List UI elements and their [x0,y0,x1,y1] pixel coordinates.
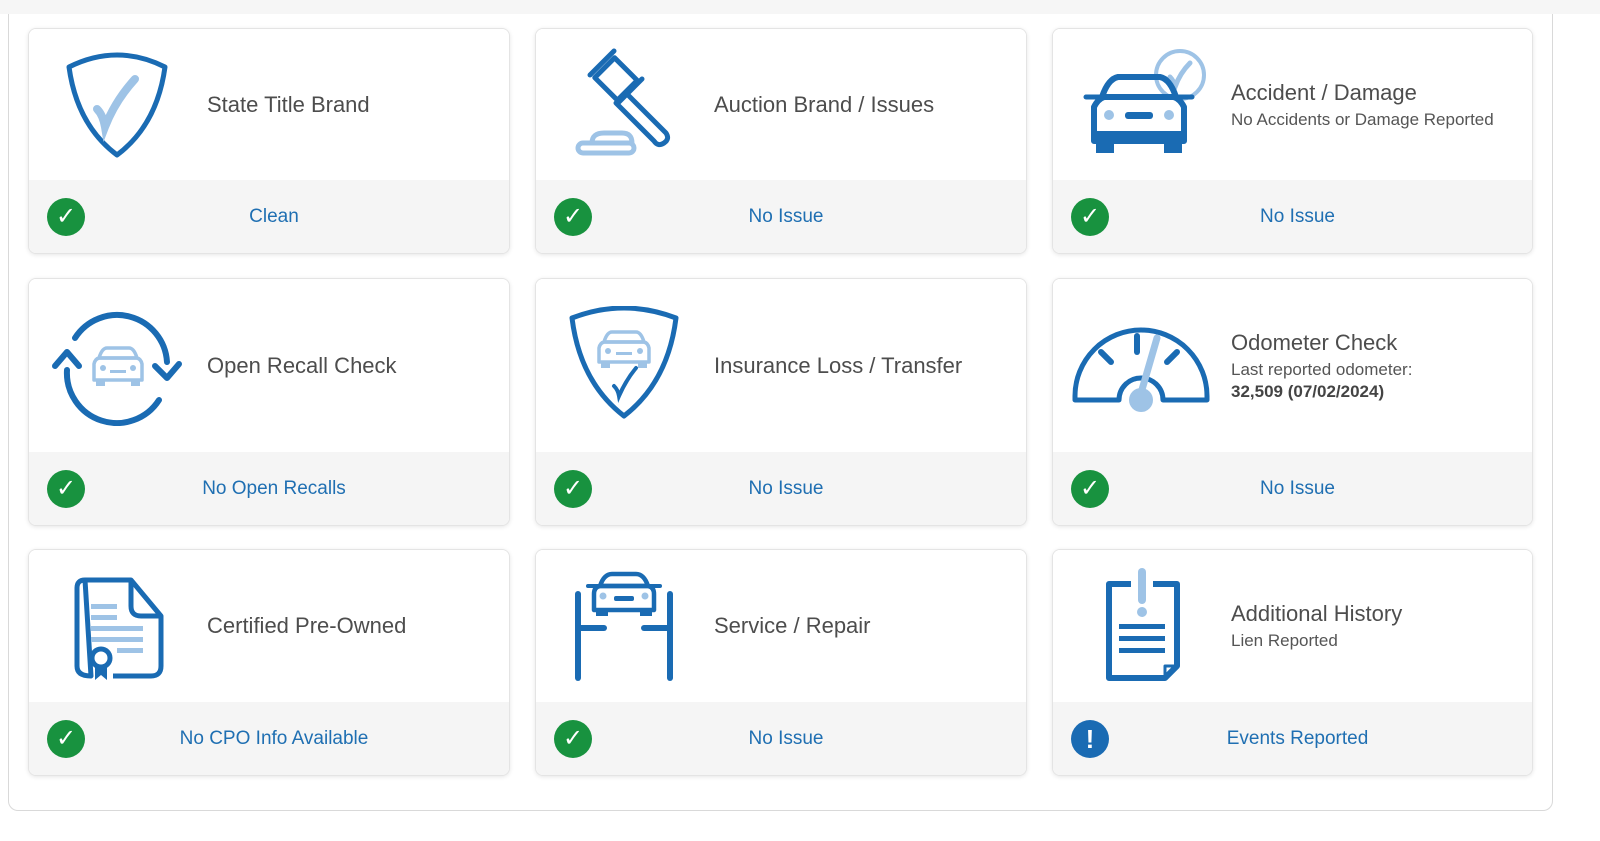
card-header: Additional History Lien Reported [1053,550,1532,703]
card-title: Odometer Check [1231,329,1398,355]
card-footer: ✓ No CPO Info Available [29,702,509,775]
card-text: Additional History Lien Reported [1231,600,1402,652]
card-title: Service / Repair [714,613,871,638]
card-header: Accident / Damage No Accidents or Damage… [1053,29,1532,181]
car-lift-icon [554,566,694,686]
card-text: Service / Repair [714,612,871,640]
odometer-gauge-icon [1071,306,1211,426]
card-footer: ✓ No Issue [1053,452,1532,525]
card-footer: ✓ No Issue [536,702,1026,775]
card-title: State Title Brand [207,91,370,117]
status-link[interactable]: No Issue [536,206,1026,228]
odometer-reading: 32,509 (07/02/2024) [1231,381,1385,401]
card-accident-damage[interactable]: Accident / Damage No Accidents or Damage… [1052,28,1533,254]
car-recall-cycle-icon [47,306,187,426]
card-header: Certified Pre-Owned [29,550,509,703]
card-footer: ! Events Reported [1053,702,1532,775]
card-title: Open Recall Check [207,352,397,378]
certificate-document-icon [47,566,187,686]
card-odometer-check[interactable]: Odometer Check Last reported odometer: 3… [1052,278,1533,526]
card-header: Insurance Loss / Transfer [536,279,1026,453]
card-service-repair[interactable]: Service / Repair ✓ No Issue [535,549,1027,776]
card-text: Auction Brand / Issues [714,91,934,119]
car-check-icon [1071,45,1211,165]
card-subtitle: Last reported odometer: [1231,359,1413,379]
card-insurance-loss-transfer[interactable]: Insurance Loss / Transfer ✓ No Issue [535,278,1027,526]
card-auction-brand[interactable]: Auction Brand / Issues ✓ No Issue [535,28,1027,254]
card-subtitle: No Accidents or Damage Reported [1231,109,1494,129]
status-link[interactable]: No Issue [1053,478,1532,500]
status-link[interactable]: No Issue [1053,206,1532,228]
card-state-title-brand[interactable]: State Title Brand ✓ Clean [28,28,510,254]
shield-check-icon [47,45,187,165]
card-subtitle: Lien Reported [1231,631,1338,650]
card-certified-pre-owned[interactable]: Certified Pre-Owned ✓ No CPO Info Availa… [28,549,510,776]
card-title: Additional History [1231,601,1403,626]
card-header: Open Recall Check [29,279,509,453]
card-additional-history[interactable]: Additional History Lien Reported ! Event… [1052,549,1533,776]
shield-car-icon [554,305,694,426]
card-footer: ✓ No Open Recalls [29,452,509,525]
top-strip [0,0,1600,14]
card-footer: ✓ No Issue [1053,180,1532,253]
card-title: Insurance Loss / Transfer [714,352,963,378]
card-text: Open Recall Check [207,352,397,380]
status-link[interactable]: Events Reported [1053,728,1532,750]
card-footer: ✓ Clean [29,180,509,253]
card-open-recall-check[interactable]: Open Recall Check ✓ No Open Recalls [28,278,510,526]
card-footer: ✓ No Issue [536,452,1026,525]
card-title: Certified Pre-Owned [207,613,407,638]
card-header: Service / Repair [536,550,1026,703]
card-text: Accident / Damage No Accidents or Damage… [1231,79,1494,131]
card-text: Insurance Loss / Transfer [714,352,962,380]
status-link[interactable]: No Issue [536,478,1026,500]
status-link[interactable]: No Open Recalls [29,478,509,500]
card-title: Accident / Damage [1231,79,1417,105]
card-header: Odometer Check Last reported odometer: 3… [1053,279,1532,453]
card-text: Certified Pre-Owned [207,612,406,640]
card-title: Auction Brand / Issues [714,91,935,117]
card-text: Odometer Check Last reported odometer: 3… [1231,329,1412,403]
status-link[interactable]: No CPO Info Available [29,728,509,750]
clipboard-alert-icon [1071,566,1211,686]
card-footer: ✓ No Issue [536,180,1026,253]
gavel-icon [554,45,694,165]
card-header: Auction Brand / Issues [536,29,1026,181]
status-link[interactable]: Clean [29,206,509,228]
status-link[interactable]: No Issue [536,728,1026,750]
card-header: State Title Brand [29,29,509,181]
card-text: State Title Brand [207,91,370,119]
